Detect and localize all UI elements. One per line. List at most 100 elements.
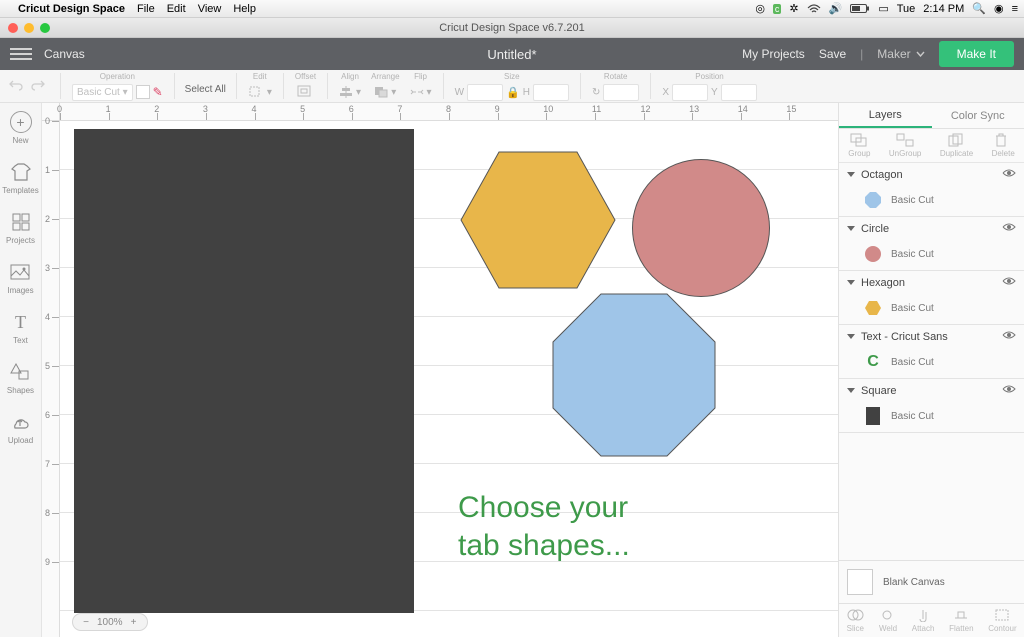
zoom-out-icon[interactable]: −	[79, 615, 93, 629]
flip-dropdown[interactable]: ▾	[410, 82, 432, 102]
rail-new[interactable]: +New	[10, 111, 32, 145]
volume-icon[interactable]: 🔊	[829, 2, 843, 15]
op-delete[interactable]: Delete	[992, 133, 1015, 158]
color-swatch[interactable]	[136, 85, 150, 99]
traffic-lights[interactable]	[0, 23, 50, 33]
menubar-day[interactable]: Tue	[897, 3, 916, 15]
layer-group[interactable]: OctagonBasic Cut	[839, 163, 1024, 217]
image-icon	[9, 261, 31, 283]
menubar-time[interactable]: 2:14 PM	[923, 3, 964, 15]
make-it-button[interactable]: Make It	[939, 41, 1014, 67]
tab-layers[interactable]: Layers	[839, 103, 932, 128]
menu-file[interactable]: File	[137, 3, 155, 15]
hamburger-menu-icon[interactable]	[10, 48, 32, 60]
shape-square[interactable]	[74, 129, 414, 613]
arrange-dropdown[interactable]: ▾	[374, 82, 396, 102]
bluetooth-icon[interactable]: ✲	[789, 2, 798, 15]
zoom-control[interactable]: − 100% +	[72, 613, 148, 631]
shape-octagon[interactable]	[552, 293, 716, 457]
pos-x-input[interactable]	[672, 84, 708, 101]
my-projects-link[interactable]: My Projects	[742, 47, 805, 61]
layer-header[interactable]: Square	[839, 379, 1024, 402]
status-icon[interactable]: ◎	[755, 2, 765, 15]
layer-child[interactable]: Basic Cut	[839, 294, 1024, 324]
menu-edit[interactable]: Edit	[167, 3, 186, 15]
notification-center-icon[interactable]: ≡	[1012, 3, 1018, 15]
canvas[interactable]: Choose your tab shapes... − 100% +	[60, 121, 838, 637]
zoom-in-icon[interactable]: +	[127, 615, 141, 629]
rail-templates[interactable]: Templates	[2, 161, 38, 195]
chevron-down-icon	[847, 388, 855, 393]
visibility-icon[interactable]	[1002, 384, 1016, 397]
chevron-down-icon	[847, 226, 855, 231]
layer-header[interactable]: Octagon	[839, 163, 1024, 186]
display-icon[interactable]: ▭	[878, 2, 888, 15]
undo-icon[interactable]	[8, 78, 24, 94]
layer-header[interactable]: Text - Cricut Sans	[839, 325, 1024, 348]
minimize-window-icon[interactable]	[24, 23, 34, 33]
plus-icon: +	[10, 111, 32, 133]
menubar-app-name[interactable]: Cricut Design Space	[18, 3, 125, 15]
property-bar: Operation Basic Cut ▾ ✎ Select All Edit▾…	[0, 70, 1024, 103]
status-icon[interactable]: c	[773, 4, 782, 14]
lock-icon[interactable]: 🔒	[506, 86, 520, 99]
visibility-icon[interactable]	[1002, 168, 1016, 181]
rotate-input[interactable]	[603, 84, 639, 101]
visibility-icon[interactable]	[1002, 276, 1016, 289]
rail-projects[interactable]: Projects	[6, 211, 35, 245]
layer-group[interactable]: Hexagon Basic Cut	[839, 271, 1024, 325]
size-h-input[interactable]	[533, 84, 569, 101]
rail-images[interactable]: Images	[7, 261, 33, 295]
layer-header[interactable]: Hexagon	[839, 271, 1024, 294]
redo-icon[interactable]	[30, 78, 46, 94]
op-group[interactable]: Group	[848, 133, 870, 158]
menu-help[interactable]: Help	[233, 3, 256, 15]
maximize-window-icon[interactable]	[40, 23, 50, 33]
wifi-icon[interactable]	[807, 4, 821, 14]
select-all-button[interactable]: Select All	[181, 79, 230, 102]
offset-button[interactable]	[297, 82, 313, 102]
layer-name: Hexagon	[861, 277, 905, 289]
op-ungroup[interactable]: UnGroup	[889, 133, 921, 158]
op-flatten[interactable]: Flatten	[949, 608, 973, 633]
layer-group[interactable]: Text - Cricut SansCBasic Cut	[839, 325, 1024, 379]
size-w-input[interactable]	[467, 84, 503, 101]
spotlight-icon[interactable]: 🔍	[972, 2, 986, 15]
ruler-vertical: 0123456789	[42, 121, 60, 637]
pos-y-input[interactable]	[721, 84, 757, 101]
blank-canvas-row[interactable]: Blank Canvas	[839, 560, 1024, 603]
machine-selector[interactable]: Maker	[877, 47, 924, 61]
layer-child[interactable]: CBasic Cut	[839, 348, 1024, 378]
rail-text[interactable]: TText	[10, 311, 32, 345]
layer-child[interactable]: Basic Cut	[839, 240, 1024, 270]
shape-text[interactable]: Choose your tab shapes...	[458, 489, 630, 564]
layer-thumb-icon: C	[863, 352, 883, 372]
rail-upload[interactable]: Upload	[8, 411, 33, 445]
layer-child[interactable]: Basic Cut	[839, 186, 1024, 216]
layer-header[interactable]: Circle	[839, 217, 1024, 240]
save-link[interactable]: Save	[819, 47, 846, 61]
shape-circle[interactable]	[632, 159, 770, 297]
tab-color-sync[interactable]: Color Sync	[932, 103, 1024, 128]
layer-group[interactable]: SquareBasic Cut	[839, 379, 1024, 433]
layer-group[interactable]: CircleBasic Cut	[839, 217, 1024, 271]
align-dropdown[interactable]: ▾	[339, 82, 361, 102]
edit-dropdown[interactable]: ▾	[248, 82, 272, 102]
battery-icon[interactable]	[850, 4, 870, 14]
operation-select[interactable]: Basic Cut ▾	[72, 84, 133, 101]
menu-view[interactable]: View	[198, 3, 222, 15]
shape-hexagon[interactable]	[460, 151, 616, 289]
window-titlebar: Cricut Design Space v6.7.201	[0, 18, 1024, 38]
visibility-icon[interactable]	[1002, 330, 1016, 343]
op-slice[interactable]: Slice	[846, 608, 864, 633]
rotate-icon: ↻	[592, 87, 600, 98]
visibility-icon[interactable]	[1002, 222, 1016, 235]
op-duplicate[interactable]: Duplicate	[940, 133, 973, 158]
rail-shapes[interactable]: Shapes	[7, 361, 34, 395]
siri-icon[interactable]: ◉	[994, 2, 1004, 15]
layer-child[interactable]: Basic Cut	[839, 402, 1024, 432]
op-contour[interactable]: Contour	[988, 608, 1016, 633]
op-weld[interactable]: Weld	[879, 608, 897, 633]
close-window-icon[interactable]	[8, 23, 18, 33]
op-attach[interactable]: Attach	[912, 608, 935, 633]
